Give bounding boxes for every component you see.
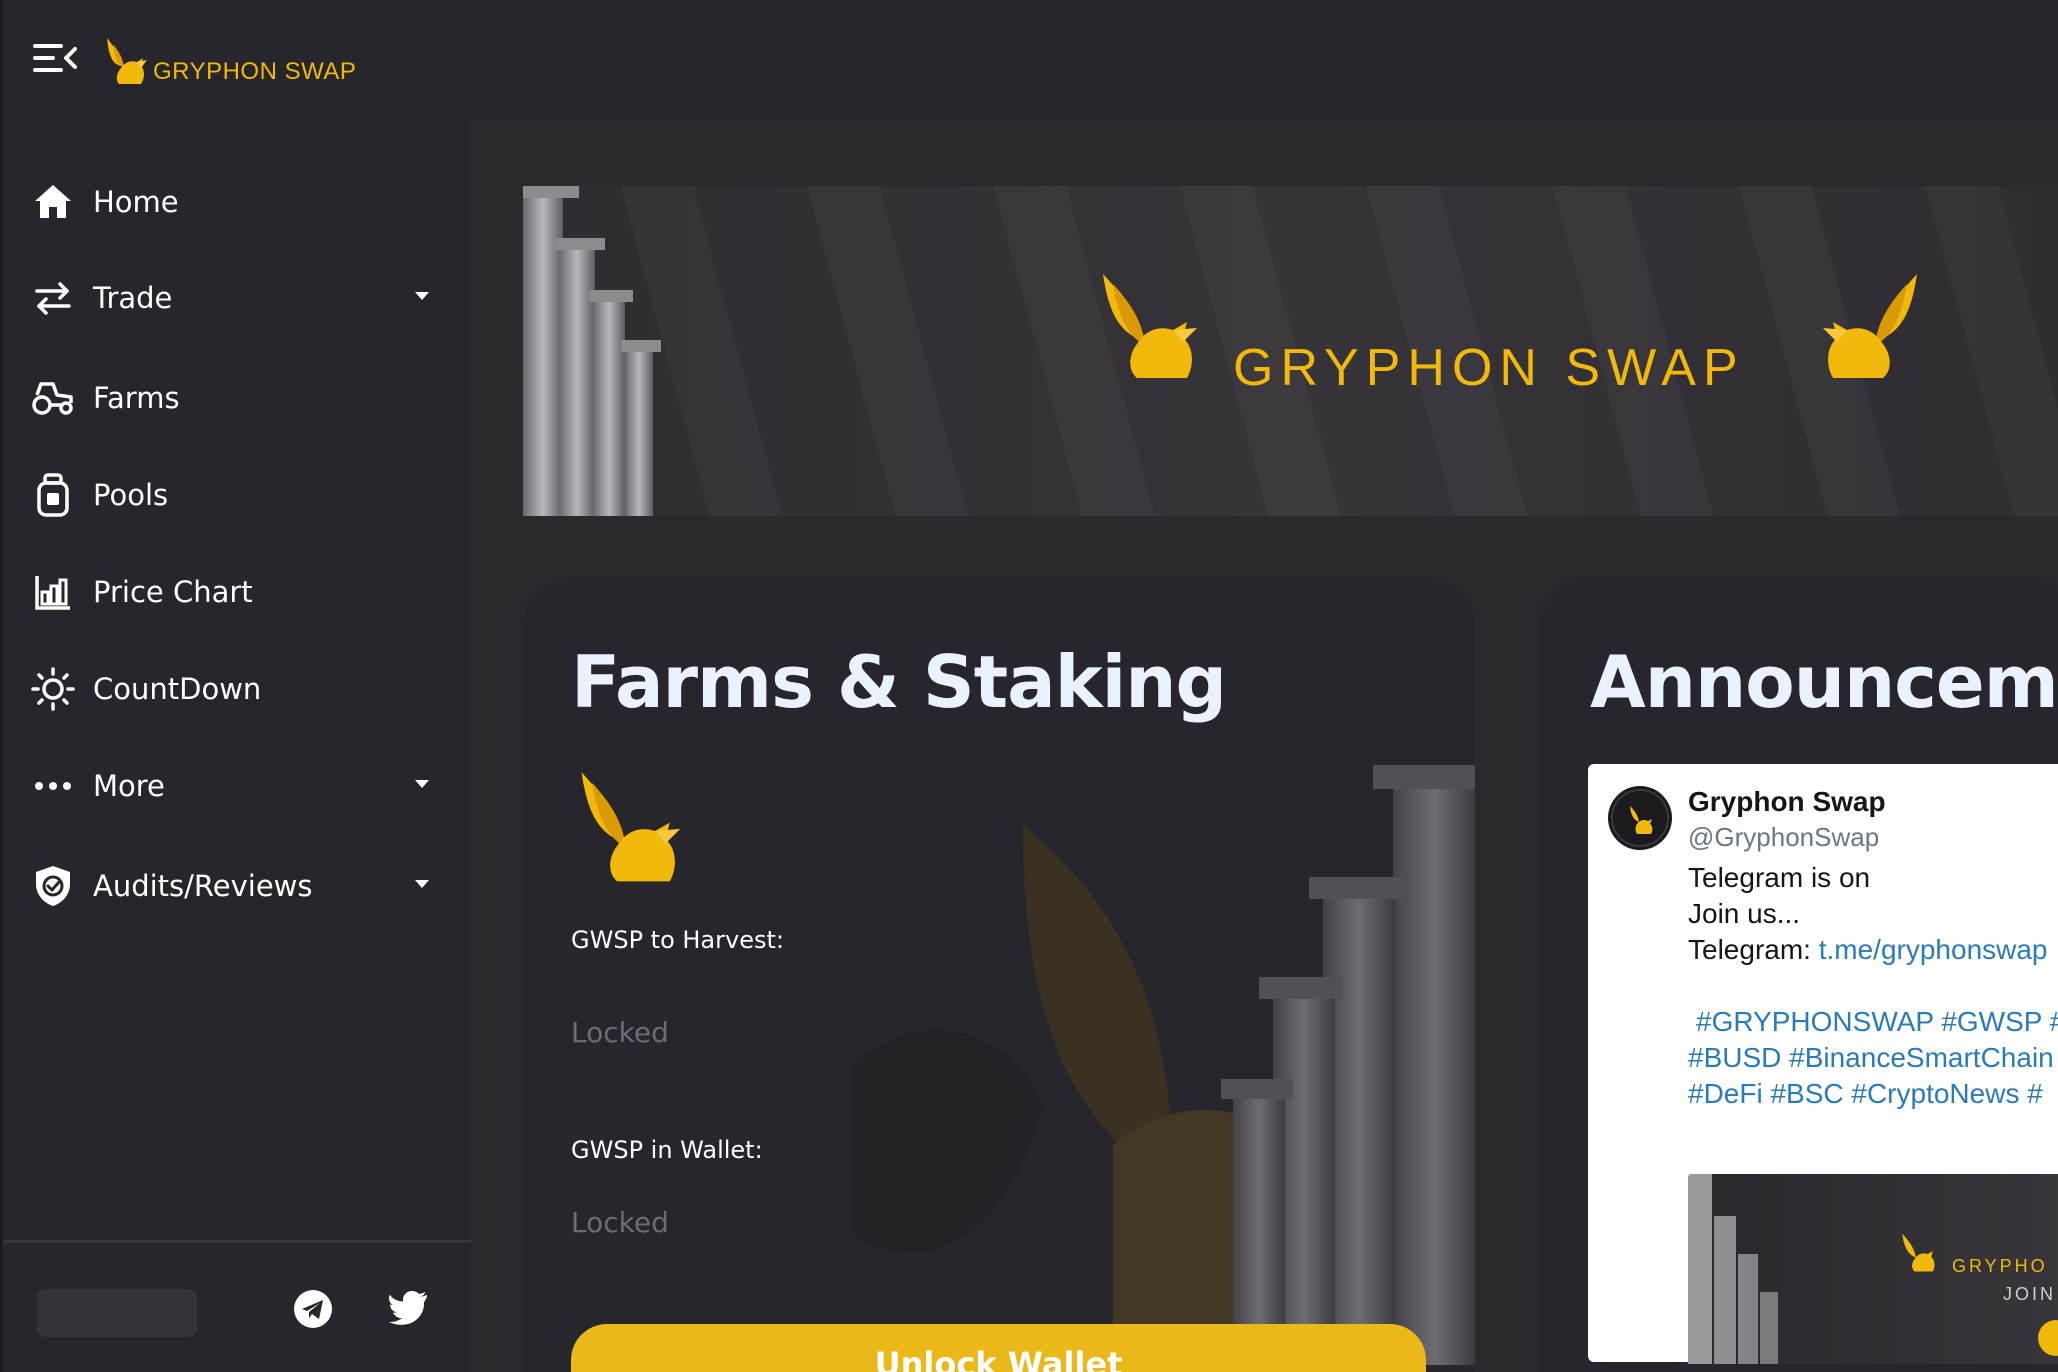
tweet-author-name[interactable]: Gryphon Swap: [1688, 786, 1886, 818]
media-title: GRYPHO: [1952, 1256, 2048, 1276]
chevron-down-icon[interactable]: [415, 292, 429, 300]
harvest-value: Locked: [571, 1016, 669, 1049]
tweet-hashtags[interactable]: #BUSD #BinanceSmartChain: [1688, 1042, 2054, 1074]
top-bar: GRYPHON SWAP: [0, 0, 2058, 120]
swap-arrows-icon: [31, 276, 75, 320]
sun-icon: [31, 667, 75, 711]
wallet-value: Locked: [571, 1206, 669, 1239]
chart-icon: [31, 570, 75, 614]
gryphon-icon: [1902, 1233, 1935, 1272]
more-dots-icon: [31, 764, 75, 808]
sidebar-item-label: More: [93, 769, 165, 803]
card-title: Farms & Staking: [571, 640, 1227, 724]
harvest-label: GWSP to Harvest:: [571, 926, 784, 954]
tweet-link-prefix: Telegram:: [1688, 934, 1819, 965]
gryphon-token-icon: [581, 772, 681, 882]
sidebar-item-audits[interactable]: Audits/Reviews: [3, 846, 471, 926]
columns-illustration: [1688, 1174, 1778, 1364]
sidebar-item-pools[interactable]: Pools: [3, 455, 471, 535]
avatar[interactable]: [1608, 786, 1672, 850]
sidebar-item-label: Price Chart: [93, 575, 253, 609]
sidebar: Home Trade Farms Pools Price Chart Count…: [0, 120, 471, 1372]
tweet-hashtags[interactable]: #GRYPHONSWAP #GWSP #: [1696, 1006, 2058, 1038]
columns-illustration: [523, 186, 661, 516]
sidebar-item-home[interactable]: Home: [3, 162, 471, 242]
sidebar-item-label: CountDown: [93, 672, 262, 706]
telegram-icon[interactable]: [293, 1289, 333, 1329]
chevron-down-icon[interactable]: [415, 880, 429, 888]
gryphon-right-icon: [1823, 274, 1917, 378]
sidebar-item-label: Farms: [93, 381, 180, 415]
twitter-icon[interactable]: [389, 1291, 429, 1331]
card-background-illustration: [853, 765, 1475, 1365]
menu-collapse-icon[interactable]: [33, 40, 77, 76]
brand-logo[interactable]: GRYPHON SWAP: [101, 30, 356, 90]
hero-title: GRYPHON SWAP: [1233, 339, 1745, 397]
sidebar-item-label: Audits/Reviews: [93, 869, 313, 903]
sidebar-item-more[interactable]: More: [3, 746, 471, 826]
farms-staking-card: Farms & Staking GWSP to Harvest: Locked …: [523, 580, 1475, 1372]
telegram-link[interactable]: t.me/gryphonswap: [1819, 934, 2048, 965]
tweet-author-handle[interactable]: @GryphonSwap: [1688, 822, 1879, 853]
telegram-icon: [2038, 1320, 2058, 1356]
sidebar-item-label: Pools: [93, 478, 169, 512]
card-title: Announcements: [1590, 640, 2058, 724]
tweet-text-line: Join us...: [1688, 898, 1801, 929]
sidebar-item-label: Trade: [93, 281, 173, 315]
chevron-down-icon[interactable]: [415, 780, 429, 788]
tweet-hashtags[interactable]: #DeFi #BSC #CryptoNews #: [1688, 1078, 2043, 1110]
pool-bag-icon: [31, 473, 75, 517]
gryphon-logo-icon: [107, 38, 147, 84]
announcements-card: Announcements Gryphon Swap @GryphonSwap …: [1538, 580, 2058, 1372]
token-price-badge[interactable]: [37, 1289, 197, 1337]
shield-check-icon: [31, 864, 75, 908]
tweet-text-line: Telegram: t.me/gryphonswap: [1688, 934, 2048, 966]
home-icon: [31, 180, 75, 224]
sidebar-item-farms[interactable]: Farms: [3, 358, 471, 438]
gryphon-left-icon: [1103, 274, 1197, 378]
unlock-wallet-button[interactable]: Unlock Wallet: [571, 1324, 1426, 1372]
tweet-media-image[interactable]: GRYPHO JOIN: [1688, 1174, 2058, 1364]
hero-banner: GRYPHON SWAP: [523, 186, 2058, 516]
tractor-icon: [31, 376, 75, 420]
sidebar-item-countdown[interactable]: CountDown: [3, 649, 471, 729]
twitter-embed[interactable]: Gryphon Swap @GryphonSwap Telegram is on…: [1588, 764, 2058, 1364]
wallet-label: GWSP in Wallet:: [571, 1136, 763, 1164]
brand-name: GRYPHON SWAP: [153, 58, 357, 85]
sidebar-item-price-chart[interactable]: Price Chart: [3, 552, 471, 632]
tweet-text-line: Telegram is on: [1688, 862, 1871, 893]
media-subtitle: JOIN: [2003, 1284, 2057, 1304]
sidebar-item-label: Home: [93, 185, 179, 219]
sidebar-footer: [3, 1240, 471, 1372]
sidebar-item-trade[interactable]: Trade: [3, 258, 471, 338]
